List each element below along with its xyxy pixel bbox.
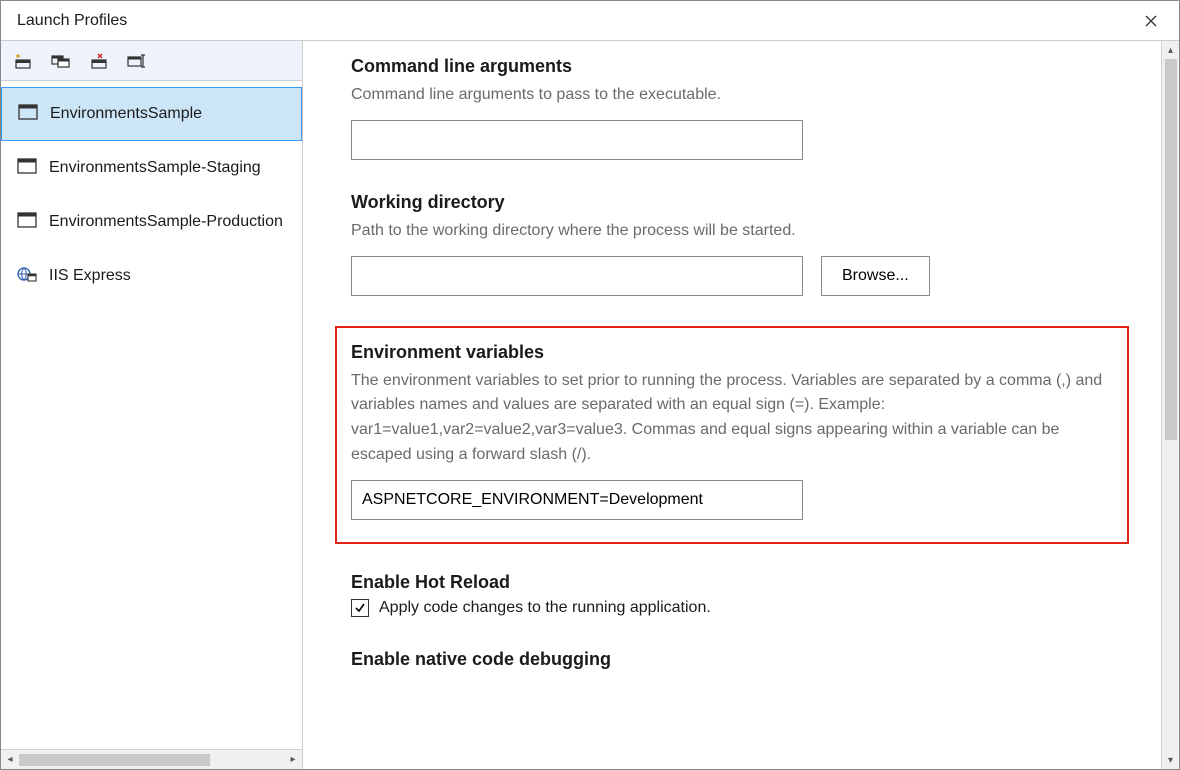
hot-reload-checkbox[interactable] — [351, 599, 369, 617]
sidebar-horizontal-scrollbar[interactable]: ◂ ▸ — [1, 749, 302, 769]
environment-variables-input[interactable] — [351, 480, 803, 520]
section-title: Working directory — [351, 192, 1121, 213]
profile-label: EnvironmentsSample — [50, 105, 202, 123]
window-icon — [17, 158, 37, 179]
new-profile-icon — [14, 53, 32, 69]
section-native-debugging: Enable native code debugging — [351, 649, 1121, 670]
rename-profile-button[interactable] — [125, 49, 149, 73]
titlebar: Launch Profiles — [1, 1, 1179, 41]
section-title: Environment variables — [351, 342, 1113, 363]
scroll-thumb[interactable] — [19, 754, 210, 766]
section-description: Path to the working directory where the … — [351, 219, 1121, 244]
window-icon — [17, 212, 37, 233]
profile-label: EnvironmentsSample-Staging — [49, 159, 261, 177]
scroll-thumb[interactable] — [1165, 59, 1177, 440]
duplicate-icon — [51, 53, 71, 69]
section-command-line-arguments: Command line arguments Command line argu… — [351, 56, 1121, 160]
command-line-arguments-input[interactable] — [351, 120, 803, 160]
browse-button[interactable]: Browse... — [821, 256, 930, 296]
scroll-left-arrow[interactable]: ◂ — [1, 751, 19, 769]
sidebar-toolbar — [1, 41, 302, 81]
checkbox-label: Apply code changes to the running applic… — [379, 599, 711, 617]
new-profile-button[interactable] — [11, 49, 35, 73]
profile-item[interactable]: IIS Express — [1, 249, 302, 303]
profile-item[interactable]: EnvironmentsSample-Staging — [1, 141, 302, 195]
section-title: Command line arguments — [351, 56, 1121, 77]
scroll-right-arrow[interactable]: ▸ — [284, 751, 302, 769]
globe-icon — [17, 265, 37, 288]
profile-label: EnvironmentsSample-Production — [49, 213, 283, 231]
profile-item[interactable]: EnvironmentsSample-Production — [1, 195, 302, 249]
profile-list: EnvironmentsSample EnvironmentsSample-St… — [1, 81, 302, 749]
content-wrap: Command line arguments Command line argu… — [303, 41, 1179, 769]
scroll-track[interactable] — [19, 754, 284, 766]
content-vertical-scrollbar[interactable]: ▴ ▾ — [1161, 41, 1179, 769]
close-button[interactable] — [1135, 5, 1167, 37]
section-hot-reload: Enable Hot Reload Apply code changes to … — [351, 572, 1121, 617]
delete-profile-button[interactable] — [87, 49, 111, 73]
working-directory-input[interactable] — [351, 256, 803, 296]
environment-variables-highlight: Environment variables The environment va… — [335, 326, 1129, 544]
scroll-track[interactable] — [1165, 59, 1177, 751]
duplicate-profile-button[interactable] — [49, 49, 73, 73]
profile-label: IIS Express — [49, 267, 131, 285]
close-icon — [1145, 15, 1157, 27]
check-icon — [354, 602, 366, 614]
section-environment-variables: Environment variables The environment va… — [351, 342, 1113, 520]
rename-icon — [127, 53, 147, 69]
sidebar: EnvironmentsSample EnvironmentsSample-St… — [1, 41, 303, 769]
section-title: Enable native code debugging — [351, 649, 1121, 670]
section-description: Command line arguments to pass to the ex… — [351, 83, 1121, 108]
section-working-directory: Working directory Path to the working di… — [351, 192, 1121, 296]
delete-profile-icon — [90, 53, 108, 69]
profile-item[interactable]: EnvironmentsSample — [1, 87, 302, 141]
content-panel: Command line arguments Command line argu… — [303, 41, 1161, 769]
section-description: The environment variables to set prior t… — [351, 369, 1113, 468]
window-icon — [18, 104, 38, 125]
dialog-body: EnvironmentsSample EnvironmentsSample-St… — [1, 41, 1179, 769]
section-title: Enable Hot Reload — [351, 572, 1121, 593]
window-title: Launch Profiles — [17, 12, 127, 30]
scroll-down-arrow[interactable]: ▾ — [1162, 751, 1180, 769]
scroll-up-arrow[interactable]: ▴ — [1162, 41, 1180, 59]
